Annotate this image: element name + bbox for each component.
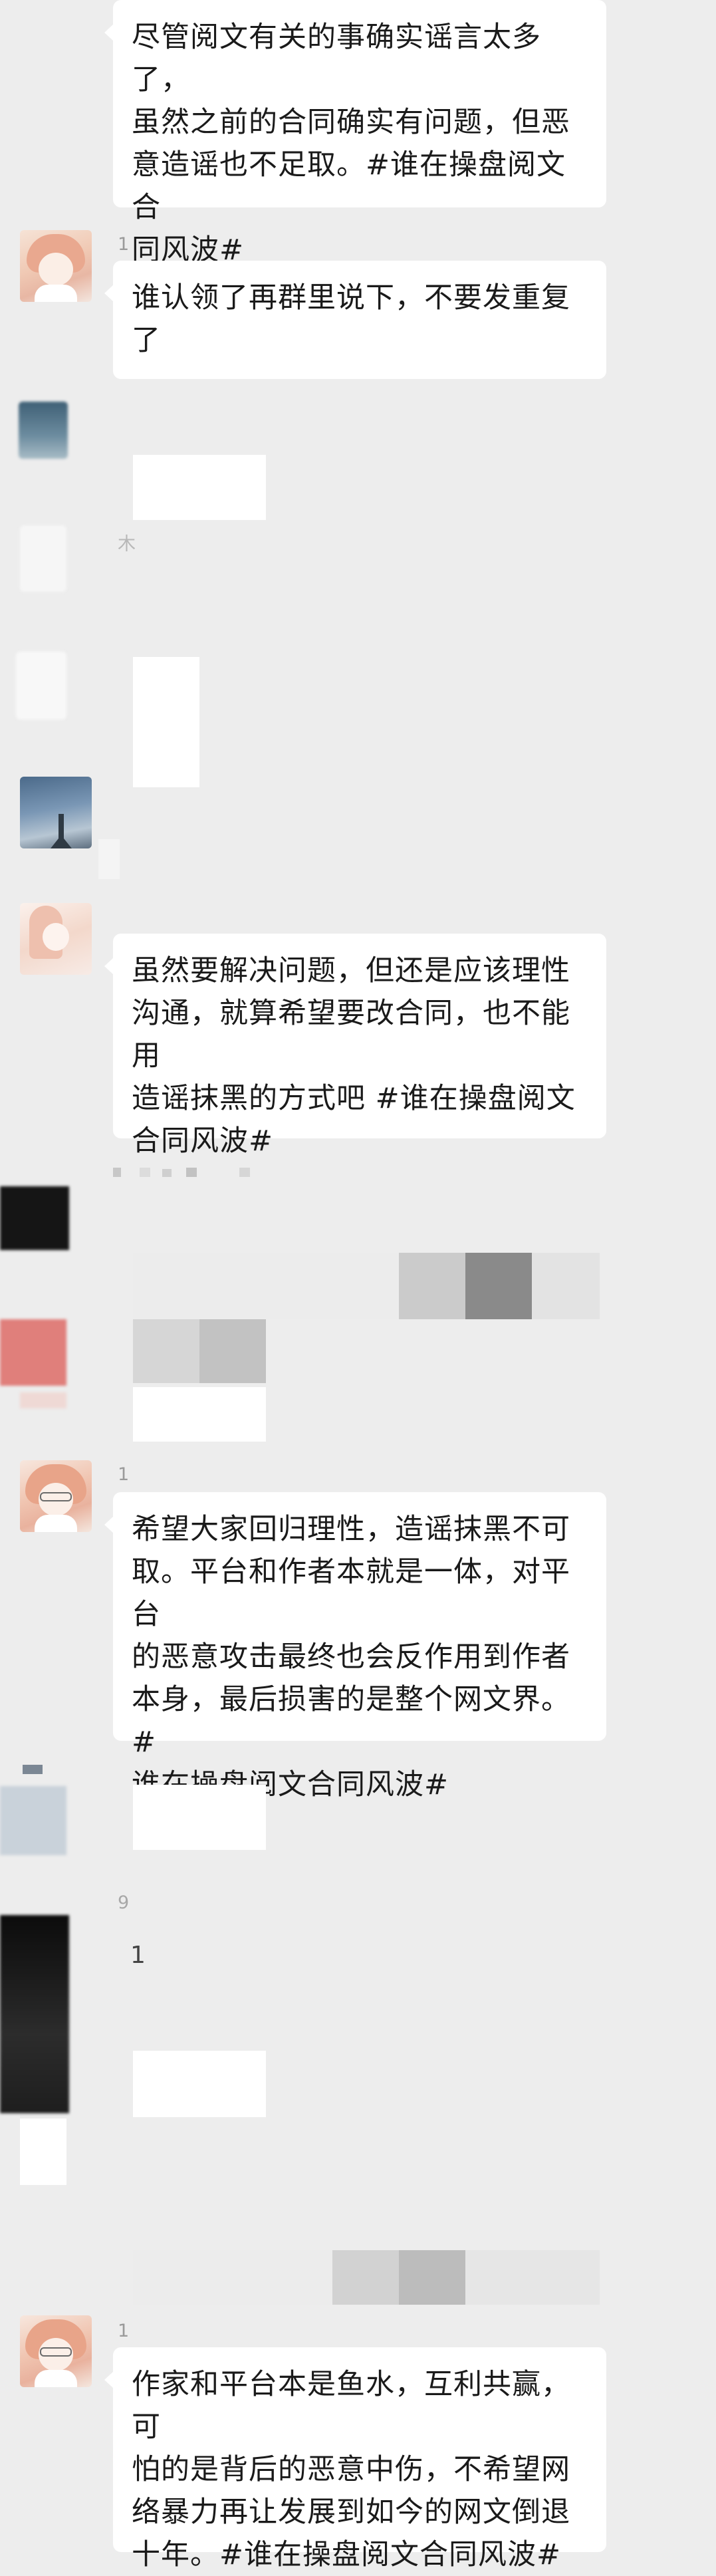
obscured-message <box>133 455 266 520</box>
obscured-message <box>133 657 199 787</box>
pixelated-message <box>133 2250 600 2305</box>
message-bubble-3: 虽然要解决问题，但还是应该理性 沟通，就算希望要改合同，也不能用 造谣抹黑的方式… <box>104 934 606 1158</box>
avatar-obscured[interactable] <box>16 652 66 719</box>
tower-base <box>51 838 72 848</box>
avatar-obscured[interactable] <box>20 525 66 592</box>
avatar-body <box>35 2370 77 2387</box>
sender-name: 1 <box>118 2321 130 2341</box>
pixelated-message <box>133 1253 600 1319</box>
avatar-face <box>39 253 73 286</box>
message-fragment-obscured: 1 <box>130 1942 146 1969</box>
sender-name-obscured: 木 <box>118 534 136 555</box>
avatar-glasses <box>40 2347 72 2357</box>
pixelated-avatar-base <box>20 1392 66 1408</box>
pixelated-avatar[interactable] <box>0 1319 66 1386</box>
sender-name-obscured: 9 <box>118 1892 130 1913</box>
pixelated-avatar[interactable] <box>0 1186 69 1250</box>
obscured-message <box>98 839 120 879</box>
avatar-cartoon-girl[interactable] <box>20 1460 92 1532</box>
message-bubble-2: 谁认领了再群里说下，不要发重复 了 <box>104 261 606 379</box>
message-bubble-4: 希望大家回归理性，造谣抹黑不可 取。平台和作者本就是一体，对平台 的恶意攻击最终… <box>104 1492 606 1801</box>
obscured-message <box>20 2119 66 2185</box>
avatar-cartoon-girl[interactable] <box>20 230 92 302</box>
obscured-message <box>133 1387 266 1442</box>
sender-name: 1 <box>118 234 130 255</box>
pixelated-avatar[interactable] <box>0 1786 66 1855</box>
avatar-obscured[interactable] <box>19 402 68 459</box>
pixelated-nickname <box>23 1765 43 1774</box>
obscured-message <box>133 2051 266 2117</box>
avatar-cartoon-girl[interactable] <box>20 2315 92 2387</box>
avatar-glasses <box>40 1492 72 1501</box>
sender-name: 1 <box>118 1464 130 1485</box>
avatar-body <box>35 1515 77 1532</box>
avatar-body <box>35 285 77 302</box>
message-bubble-5: 作家和平台本是鱼水，互利共赢，可 怕的是背后的恶意中伤，不希望网 络暴力再让发展… <box>104 2347 606 2571</box>
pixelated-message <box>133 1319 266 1387</box>
pixelated-nickname <box>113 1168 253 1181</box>
obscured-message <box>133 1785 266 1850</box>
message-bubble-1: 尽管阅文有关的事确实谣言太多了， 虽然之前的合同确实有问题，但恶 意造谣也不足取… <box>104 0 606 267</box>
avatar-cartoon-girl-alt[interactable] <box>20 903 92 975</box>
avatar-photo-sky[interactable] <box>20 777 92 848</box>
avatar-face <box>43 923 69 951</box>
pixelated-avatar[interactable] <box>0 1915 69 2113</box>
